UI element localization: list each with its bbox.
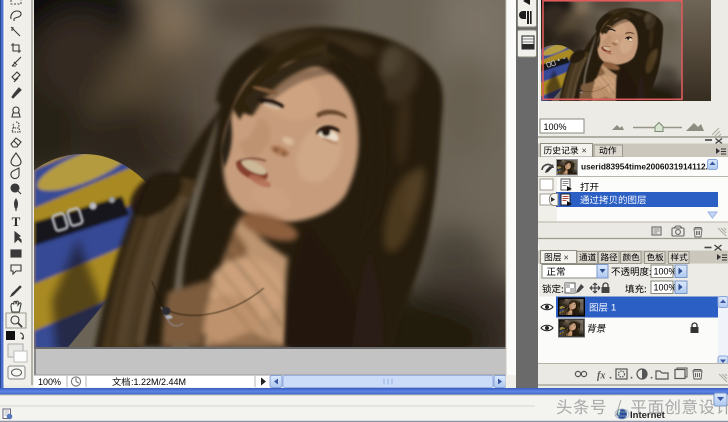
svg-text:.: . (630, 370, 633, 382)
svg-text:×: × (564, 252, 569, 262)
svg-text:100%: 100% (544, 122, 567, 132)
svg-text:Internet: Internet (630, 410, 666, 421)
svg-text:T: T (12, 214, 21, 229)
svg-text:userid83954time2006031914112..: userid83954time2006031914112... (581, 162, 712, 172)
svg-text:100%: 100% (38, 377, 61, 387)
svg-text::1.22M/2.44M: :1.22M/2.44M (131, 377, 186, 387)
svg-text:.: . (609, 370, 612, 382)
svg-text:fx: fx (597, 371, 605, 382)
svg-text:×: × (582, 146, 587, 156)
svg-text:.: . (650, 370, 653, 382)
svg-text:1: 1 (611, 303, 616, 314)
svg-text:100%: 100% (654, 267, 677, 277)
svg-text:100%: 100% (654, 283, 677, 293)
